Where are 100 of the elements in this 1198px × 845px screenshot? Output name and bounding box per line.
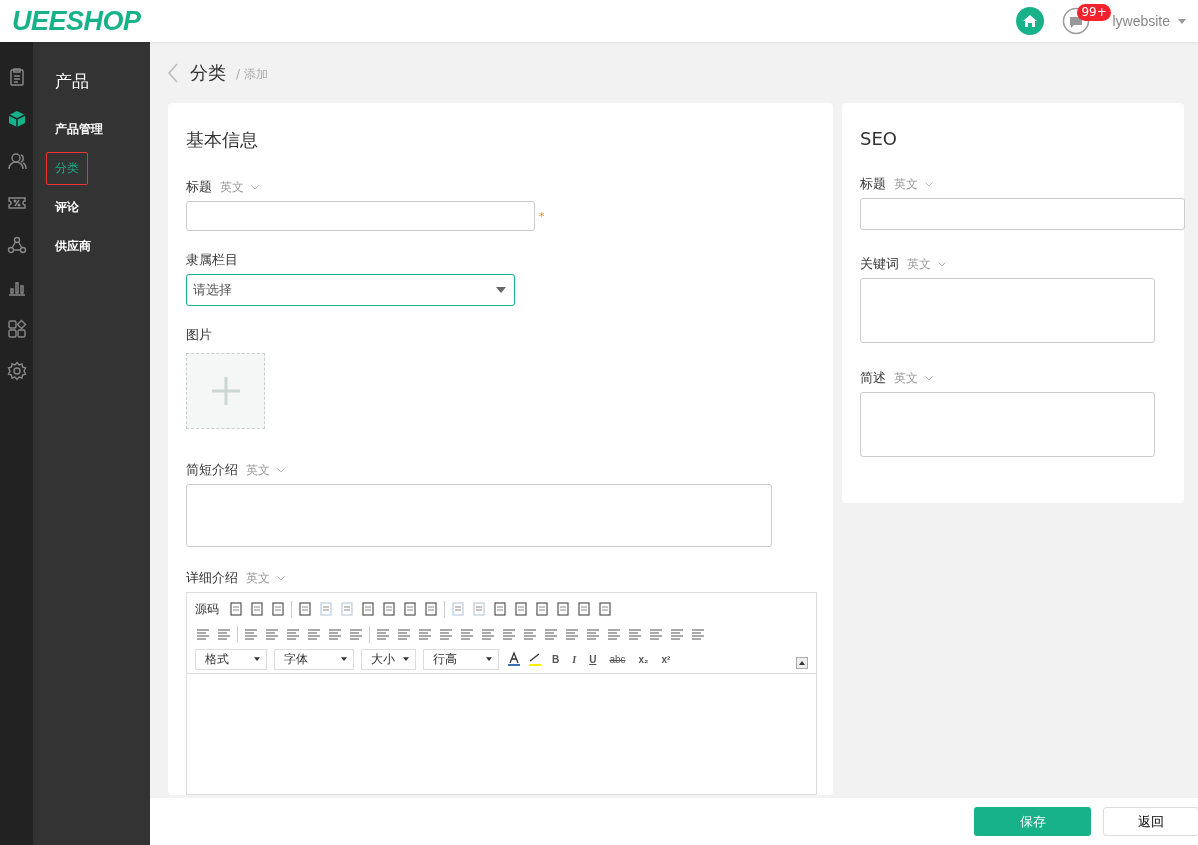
toolbar-icon[interactable]	[471, 601, 487, 617]
toolbar-icon[interactable]	[501, 626, 517, 642]
toolbar-icon[interactable]	[249, 601, 265, 617]
toolbar-icon[interactable]	[402, 601, 418, 617]
required-mark: *	[539, 209, 545, 223]
seo-textarea[interactable]	[860, 392, 1155, 457]
caret-icon[interactable]	[496, 286, 506, 293]
toolbar-icon[interactable]	[264, 626, 280, 642]
page-title: 分类	[190, 60, 226, 85]
format-button[interactable]: U	[585, 653, 601, 665]
toolbar-icon[interactable]	[306, 626, 322, 642]
toolbar-icon[interactable]	[690, 626, 706, 642]
source-button[interactable]: 源码	[195, 600, 223, 618]
toolbar-icon[interactable]	[597, 601, 613, 617]
home-icon[interactable]	[1016, 7, 1045, 35]
editor-dropdown[interactable]: 字体	[274, 648, 354, 670]
chevron-down-icon[interactable]	[924, 375, 933, 381]
toolbar-icon[interactable]	[576, 601, 592, 617]
format-button[interactable]: x²	[657, 653, 675, 665]
chevron-down-icon[interactable]	[276, 467, 285, 473]
toolbar-icon[interactable]	[327, 626, 343, 642]
toolbar-icon[interactable]	[270, 601, 286, 617]
field-label: 关键词	[860, 255, 899, 273]
toolbar-icon[interactable]	[348, 626, 364, 642]
editor-dropdown[interactable]: 大小	[361, 648, 416, 670]
chevron-down-icon[interactable]	[924, 181, 933, 187]
toolbar-icon[interactable]	[216, 626, 232, 642]
toolbar-icon[interactable]	[285, 626, 301, 642]
sidebar-title: 产品	[55, 70, 89, 93]
format-button[interactable]: abc	[605, 653, 630, 665]
toolbar-icon[interactable]	[297, 601, 313, 617]
toolbar-icon[interactable]	[417, 626, 433, 642]
toolbar-icon[interactable]	[534, 601, 550, 617]
toolbar-icon[interactable]	[555, 601, 571, 617]
editor-dropdown[interactable]: 格式	[195, 648, 267, 670]
image-upload[interactable]	[186, 352, 265, 430]
seo-input[interactable]	[860, 198, 1185, 230]
field-label: 隶属栏目	[186, 251, 238, 269]
toolbar-icon[interactable]	[585, 626, 601, 642]
toolbar-icon[interactable]	[318, 601, 334, 617]
toolbar-icon[interactable]	[423, 601, 439, 617]
toolbar-icon[interactable]	[360, 601, 376, 617]
user-icon[interactable]	[6, 151, 27, 171]
plus-icon[interactable]	[210, 376, 241, 406]
sidebar-item[interactable]: 产品管理	[46, 113, 112, 146]
field-label: 图片	[186, 325, 212, 344]
toolbar-icon[interactable]	[627, 626, 643, 642]
apps-icon[interactable]	[6, 319, 27, 339]
toolbar-icon[interactable]	[669, 626, 685, 642]
toolbar-icon[interactable]	[375, 626, 391, 642]
field-label: 简述	[860, 369, 886, 387]
toolbar-icon[interactable]	[438, 626, 454, 642]
caret-icon[interactable]	[486, 657, 492, 661]
title-input[interactable]	[186, 201, 535, 231]
toolbar-icon[interactable]	[459, 626, 475, 642]
toolbar-icon[interactable]	[564, 626, 580, 642]
category-select[interactable]: 请选择	[186, 274, 515, 306]
toolbar-icon[interactable]	[195, 626, 211, 642]
format-button[interactable]: B	[548, 653, 564, 665]
toolbar-icon[interactable]	[648, 626, 664, 642]
breadcrumb-sub: / 添加	[236, 65, 268, 83]
toolbar-icon[interactable]	[228, 601, 244, 617]
toolbar-icon[interactable]	[606, 626, 622, 642]
field-label: 简短介绍	[186, 461, 238, 480]
toolbar-icon[interactable]	[243, 626, 259, 642]
editor-dropdown[interactable]: 行高	[423, 648, 499, 670]
toolbar-icon[interactable]	[480, 626, 496, 642]
toolbar-icon[interactable]	[381, 601, 397, 617]
field-label: 详细介绍	[186, 569, 238, 587]
text-color-icon[interactable]	[506, 651, 522, 667]
seo-textarea[interactable]	[860, 278, 1155, 343]
caret-icon[interactable]	[254, 657, 260, 661]
card-title: 基本信息	[186, 128, 258, 152]
toolbar-icon[interactable]	[396, 626, 412, 642]
field-label: 标题	[860, 175, 886, 193]
toolbar-icon[interactable]	[492, 601, 508, 617]
toolbar-icon[interactable]	[339, 601, 355, 617]
toolbar-icon[interactable]	[543, 626, 559, 642]
chevron-down-icon[interactable]	[276, 575, 285, 581]
collapse-toolbar-icon[interactable]	[796, 657, 808, 669]
sidebar-item[interactable]: 分类	[46, 152, 88, 185]
brief-textarea[interactable]	[186, 484, 772, 547]
settings-icon[interactable]	[6, 361, 27, 381]
field-label: 标题	[186, 178, 212, 196]
caret-icon[interactable]	[341, 657, 347, 661]
chevron-down-icon[interactable]	[250, 184, 259, 190]
user-menu[interactable]: lywebsite	[1112, 13, 1170, 29]
toolbar-icon[interactable]	[450, 601, 466, 617]
network-icon[interactable]	[6, 235, 27, 255]
caret-icon[interactable]	[403, 657, 409, 661]
highlight-icon[interactable]	[527, 651, 543, 667]
toolbar-icon[interactable]	[513, 601, 529, 617]
sidebar-item[interactable]: 评论	[46, 191, 88, 224]
sidebar-item[interactable]: 供应商	[46, 230, 100, 263]
back-button[interactable]: 返回	[1103, 807, 1198, 836]
toolbar-icon[interactable]	[522, 626, 538, 642]
format-button[interactable]: x₂	[634, 653, 653, 665]
cube-icon[interactable]	[6, 109, 27, 129]
format-button[interactable]: I	[568, 653, 581, 665]
chevron-down-icon[interactable]	[937, 261, 946, 267]
